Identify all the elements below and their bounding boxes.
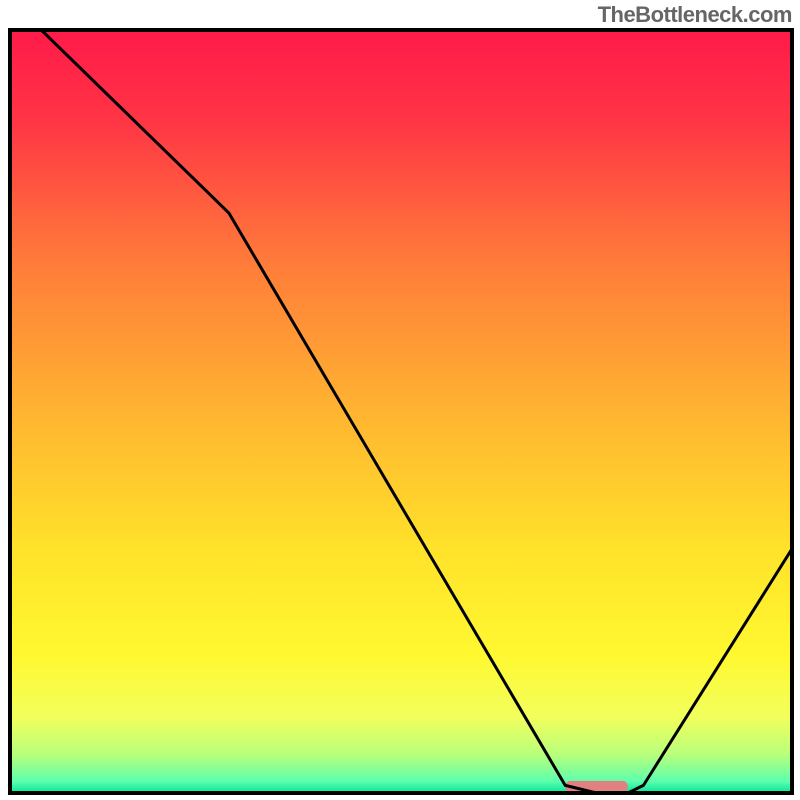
chart-container: TheBottleneck.com [0, 0, 800, 800]
attribution-label: TheBottleneck.com [598, 2, 792, 28]
plot-background [10, 30, 792, 793]
bottleneck-chart [0, 0, 800, 800]
